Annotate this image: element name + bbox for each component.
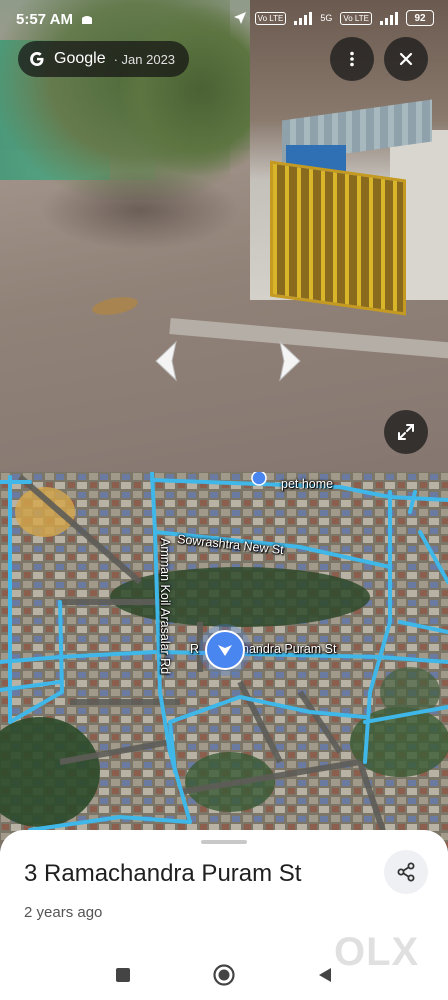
system-nav-bar: [0, 950, 448, 1000]
share-button[interactable]: [384, 850, 428, 894]
notification-icon: [82, 16, 92, 24]
location-pin[interactable]: [205, 630, 245, 670]
back-button[interactable]: [312, 962, 338, 988]
fullscreen-icon: [398, 424, 414, 440]
battery-level: 92: [414, 12, 426, 24]
pet-home-pin-icon[interactable]: [250, 472, 268, 488]
signal-icon-2: [380, 11, 398, 25]
imagery-age: 2 years ago: [24, 904, 103, 921]
share-icon: [397, 862, 415, 882]
google-g-icon: [30, 52, 44, 66]
street-view-panorama[interactable]: 5:57 AM Vo LTE 5G Vo LTE 92 Google · Jan…: [0, 0, 448, 472]
more-options-button[interactable]: [330, 37, 374, 81]
direction-arrow-icon: [218, 645, 232, 656]
status-bar: 5:57 AM Vo LTE 5G Vo LTE 92: [0, 0, 448, 40]
place-title: 3 Ramachandra Puram St: [24, 860, 302, 887]
chevron-left-icon[interactable]: [148, 338, 184, 384]
location-icon: [233, 12, 246, 24]
recents-icon: [116, 968, 130, 982]
volte-badge: Vo LTE: [254, 11, 287, 25]
map-label-ramachandra: handra Puram St: [242, 642, 337, 656]
back-icon: [319, 968, 331, 982]
capture-date: · Jan 2023: [113, 51, 176, 67]
attribution-brand: Google: [54, 50, 106, 67]
fullscreen-button[interactable]: [384, 410, 428, 454]
close-button[interactable]: [384, 37, 428, 81]
yellow-gate: [270, 160, 406, 316]
status-icons: Vo LTE 5G Vo LTE 92: [233, 10, 434, 26]
status-time: 5:57 AM: [16, 11, 73, 28]
map-label-ramachandra-prefix: R: [190, 642, 200, 656]
map-label-amman-koil: Amman Koil Arasalar Rd: [158, 538, 172, 675]
more-vert-icon: [350, 51, 354, 67]
attribution-pill[interactable]: Google · Jan 2023: [18, 41, 190, 77]
volte-badge-2: Vo LTE: [340, 11, 372, 25]
signal-icon: [294, 11, 313, 25]
home-button[interactable]: [211, 962, 237, 988]
close-icon: [399, 52, 413, 66]
map-label-pet-home: pet home: [281, 477, 334, 491]
battery-icon: 92: [406, 10, 434, 26]
home-icon: [213, 964, 235, 986]
network-gen: 5G: [320, 13, 333, 23]
drag-handle[interactable]: [201, 840, 247, 844]
tree-shadow: [40, 170, 240, 250]
recents-button[interactable]: [110, 962, 136, 988]
chevron-right-icon[interactable]: [272, 338, 308, 384]
